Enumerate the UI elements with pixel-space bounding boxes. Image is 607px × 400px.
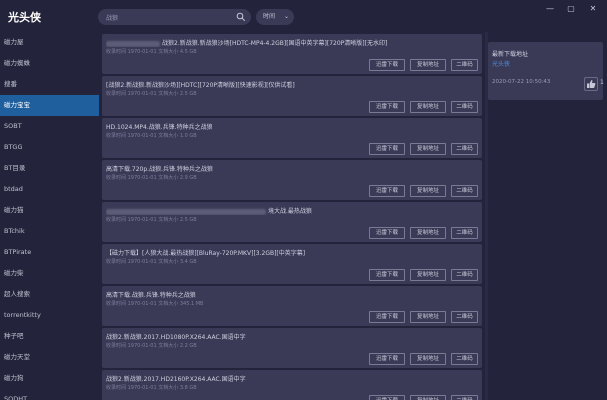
- result-title: 战狼2.新战狼.2017.HD2160P.X264.AAC.国语中字: [106, 376, 246, 383]
- sidebar-item[interactable]: BTchik: [0, 221, 99, 242]
- sidebar-item[interactable]: BTGG: [0, 137, 99, 158]
- sidebar-item-active[interactable]: 磁力宝宝: [0, 95, 99, 116]
- announcement-card: 最新下载地址 光头侠 2020-07-22 10:50:43 1: [488, 42, 604, 100]
- search-icon[interactable]: [236, 12, 246, 22]
- result-card: 战狼2.新战狼.2017.HD2160P.X264.AAC.国语中字 收录时间 …: [102, 370, 482, 400]
- qr-code-button[interactable]: 二维码: [451, 227, 478, 239]
- qr-code-button[interactable]: 二维码: [451, 143, 478, 155]
- sidebar-item[interactable]: 超人搜索: [0, 284, 99, 305]
- qr-code-button[interactable]: 二维码: [451, 353, 478, 365]
- thunder-download-button[interactable]: 迅雷下载: [369, 59, 405, 71]
- qr-code-button[interactable]: 二维码: [451, 311, 478, 323]
- search-input[interactable]: [106, 12, 231, 22]
- sidebar-item[interactable]: 磁力狗: [0, 368, 99, 389]
- results-list: 战狼2.新战狼.新战狼沙场[HDTC-MP4-4.2GB][国语中英字幕][72…: [99, 32, 485, 400]
- qr-code-button[interactable]: 二维码: [451, 59, 478, 71]
- sidebar-item[interactable]: 磁力屋: [0, 32, 99, 53]
- sidebar-item[interactable]: SODHT: [0, 389, 99, 400]
- copy-address-button[interactable]: 复制地址: [410, 227, 446, 239]
- time-filter-label: 时间: [263, 13, 276, 20]
- sidebar-item[interactable]: BT目录: [0, 158, 99, 179]
- result-title: 战狼2.新战狼.2017.HD1080P.X264.AAC.国语中字: [106, 334, 246, 341]
- qr-code-button[interactable]: 二维码: [451, 185, 478, 197]
- copy-address-button[interactable]: 复制地址: [410, 185, 446, 197]
- qr-code-button[interactable]: 二维码: [451, 101, 478, 113]
- time-filter-select[interactable]: 时间 ⌄: [256, 9, 294, 25]
- result-title: 【磁力下载】[人狼大战.最热战狼][BluRay-720P.MKV][3.2GB…: [106, 250, 306, 257]
- result-card: [战狼2.新战狼.新战狼沙场][HDTC][720P清晰版][快速影视][仅供试…: [102, 76, 482, 116]
- result-meta: 收录时间 1970-01-01 文档大小 2.9 GB: [106, 175, 197, 181]
- result-card: HD.1024.MP4.战狼.兵锋.特种兵之战狼 收录时间 1970-01-01…: [102, 118, 482, 158]
- close-icon[interactable]: ✕: [588, 4, 598, 14]
- result-title: HD.1024.MP4.战狼.兵锋.特种兵之战狼: [106, 124, 213, 131]
- sidebar-item[interactable]: 磁力柴: [0, 263, 99, 284]
- search-box[interactable]: [98, 9, 251, 25]
- announcement-time: 2020-07-22 10:50:43: [492, 79, 551, 85]
- sidebar-item[interactable]: 磁力猫: [0, 200, 99, 221]
- result-title: [战狼2.新战狼.新战狼沙场][HDTC][720P清晰版][快速影视][仅供试…: [106, 82, 295, 89]
- result-meta: 收录时间 1970-01-01 文档大小 4.5 GB: [106, 49, 197, 55]
- result-card: 高清下载.720p.战狼.兵锋.特种兵之战狼 收录时间 1970-01-01 文…: [102, 160, 482, 200]
- copy-address-button[interactable]: 复制地址: [410, 311, 446, 323]
- sidebar-item[interactable]: torrentkitty: [0, 305, 99, 326]
- sidebar-item[interactable]: SOBT: [0, 116, 99, 137]
- announcement-title: 最新下载地址: [492, 51, 529, 58]
- chevron-down-icon: ⌄: [283, 13, 289, 20]
- result-meta: 收录时间 1970-01-01 文档大小 2.2 GB: [106, 343, 197, 349]
- result-title: 战狼2.新战狼.新战狼沙场[HDTC-MP4-4.2GB][国语中英字幕][72…: [162, 40, 388, 47]
- redacted-text: [106, 40, 160, 47]
- result-meta: 收录时间 1970-01-01 文档大小 345.1 MB: [106, 301, 204, 307]
- result-meta: 收录时间 1970-01-01 文档大小 3.4 GB: [106, 259, 197, 265]
- sidebar-item[interactable]: btdad: [0, 179, 99, 200]
- like-count: 1: [600, 79, 604, 86]
- right-panel: 最新下载地址 光头侠 2020-07-22 10:50:43 1: [488, 32, 607, 400]
- thunder-download-button[interactable]: 迅雷下载: [369, 227, 405, 239]
- result-meta: 收录时间 1970-01-01 文档大小 2.5 GB: [106, 91, 197, 97]
- sidebar: 磁力屋 磁力蜘蛛 搜番 磁力宝宝 SOBT BTGG BT目录 btdad 磁力…: [0, 32, 99, 400]
- result-title: 高清下载.战狼.兵锋.特种兵之战狼: [106, 292, 196, 299]
- thunder-download-button[interactable]: 迅雷下载: [369, 311, 405, 323]
- thumb-up-icon: [587, 80, 596, 88]
- thunder-download-button[interactable]: 迅雷下载: [369, 395, 405, 400]
- result-card: 【磁力下载】[人狼大战.最热战狼][BluRay-720P.MKV][3.2GB…: [102, 244, 482, 284]
- result-card: 境大战.最热战狼 收录时间 1970-01-01 文档大小 2.5 GB 迅雷下…: [102, 202, 482, 242]
- copy-address-button[interactable]: 复制地址: [410, 101, 446, 113]
- result-meta: 收录时间 1970-01-01 文档大小 1.0 GB: [106, 133, 197, 139]
- qr-code-button[interactable]: 二维码: [451, 269, 478, 281]
- redacted-text: [106, 208, 266, 215]
- copy-address-button[interactable]: 复制地址: [410, 395, 446, 400]
- minimize-icon[interactable]: —: [545, 4, 555, 14]
- result-card: 高清下载.战狼.兵锋.特种兵之战狼 收录时间 1970-01-01 文档大小 3…: [102, 286, 482, 326]
- thunder-download-button[interactable]: 迅雷下载: [369, 353, 405, 365]
- title-bar: 光头侠 时间 ⌄ — ▢ ✕: [0, 0, 607, 32]
- copy-address-button[interactable]: 复制地址: [410, 353, 446, 365]
- thunder-download-button[interactable]: 迅雷下载: [369, 185, 405, 197]
- copy-address-button[interactable]: 复制地址: [410, 59, 446, 71]
- thunder-download-button[interactable]: 迅雷下载: [369, 269, 405, 281]
- sidebar-item[interactable]: BTPirate: [0, 242, 99, 263]
- like-button[interactable]: [584, 77, 598, 91]
- result-meta: 收录时间 1970-01-01 文档大小 3.8 GB: [106, 385, 197, 391]
- thunder-download-button[interactable]: 迅雷下载: [369, 101, 405, 113]
- thunder-download-button[interactable]: 迅雷下载: [369, 143, 405, 155]
- sidebar-item[interactable]: 搜番: [0, 74, 99, 95]
- copy-address-button[interactable]: 复制地址: [410, 143, 446, 155]
- result-card: 战狼2.新战狼.新战狼沙场[HDTC-MP4-4.2GB][国语中英字幕][72…: [102, 34, 482, 74]
- app-title: 光头侠: [8, 11, 41, 24]
- sidebar-item[interactable]: 种子吧: [0, 326, 99, 347]
- sidebar-item[interactable]: 磁力蜘蛛: [0, 53, 99, 74]
- maximize-icon[interactable]: ▢: [566, 4, 576, 14]
- sidebar-item[interactable]: 磁力天堂: [0, 347, 99, 368]
- result-title: 高清下载.720p.战狼.兵锋.特种兵之战狼: [106, 166, 213, 173]
- result-card: 战狼2.新战狼.2017.HD1080P.X264.AAC.国语中字 收录时间 …: [102, 328, 482, 368]
- qr-code-button[interactable]: 二维码: [451, 395, 478, 400]
- result-title: 境大战.最热战狼: [268, 208, 312, 215]
- announcement-link[interactable]: 光头侠: [492, 59, 510, 68]
- copy-address-button[interactable]: 复制地址: [410, 269, 446, 281]
- result-meta: 收录时间 1970-01-01 文档大小 2.5 GB: [106, 217, 197, 223]
